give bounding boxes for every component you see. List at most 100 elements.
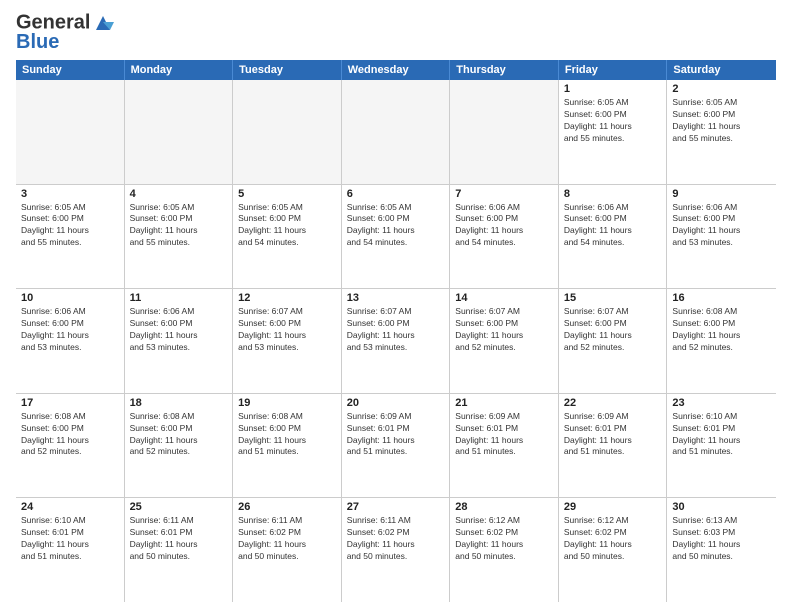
header-day-friday: Friday xyxy=(559,60,668,80)
header-day-saturday: Saturday xyxy=(667,60,776,80)
cal-cell: 11 Sunrise: 6:06 AM Sunset: 6:00 PM Dayli… xyxy=(125,289,234,393)
day-number: 8 xyxy=(564,188,662,200)
cal-cell: 25 Sunrise: 6:11 AM Sunset: 6:01 PM Dayli… xyxy=(125,498,234,602)
day-number: 21 xyxy=(455,397,553,409)
cell-detail: Sunrise: 6:08 AM Sunset: 6:00 PM Dayligh… xyxy=(130,411,228,459)
cal-cell xyxy=(233,80,342,184)
cell-detail: Sunrise: 6:06 AM Sunset: 6:00 PM Dayligh… xyxy=(21,306,119,354)
day-number: 10 xyxy=(21,292,119,304)
cell-detail: Sunrise: 6:09 AM Sunset: 6:01 PM Dayligh… xyxy=(347,411,445,459)
day-number: 6 xyxy=(347,188,445,200)
calendar: SundayMondayTuesdayWednesdayThursdayFrid… xyxy=(16,60,776,602)
logo: General Blue xyxy=(16,12,114,52)
day-number: 23 xyxy=(672,397,771,409)
header-day-sunday: Sunday xyxy=(16,60,125,80)
cal-cell: 26 Sunrise: 6:11 AM Sunset: 6:02 PM Dayli… xyxy=(233,498,342,602)
week-row-1: 3 Sunrise: 6:05 AM Sunset: 6:00 PM Daylig… xyxy=(16,185,776,290)
header-day-wednesday: Wednesday xyxy=(342,60,451,80)
cell-detail: Sunrise: 6:10 AM Sunset: 6:01 PM Dayligh… xyxy=(21,515,119,563)
cal-cell: 6Sunrise: 6:05 AM Sunset: 6:00 PM Daylig… xyxy=(342,185,451,289)
header-day-tuesday: Tuesday xyxy=(233,60,342,80)
week-row-4: 24 Sunrise: 6:10 AM Sunset: 6:01 PM Dayli… xyxy=(16,498,776,602)
cell-detail: Sunrise: 6:11 AM Sunset: 6:02 PM Dayligh… xyxy=(347,515,445,563)
cal-cell xyxy=(125,80,234,184)
cal-cell: 17 Sunrise: 6:08 AM Sunset: 6:00 PM Dayli… xyxy=(16,394,125,498)
cal-cell: 28 Sunrise: 6:12 AM Sunset: 6:02 PM Dayli… xyxy=(450,498,559,602)
day-number: 9 xyxy=(672,188,771,200)
cell-detail: Sunrise: 6:07 AM Sunset: 6:00 PM Dayligh… xyxy=(564,306,662,354)
cal-cell: 12Sunrise: 6:07 AM Sunset: 6:00 PM Dayli… xyxy=(233,289,342,393)
cell-detail: Sunrise: 6:11 AM Sunset: 6:01 PM Dayligh… xyxy=(130,515,228,563)
day-number: 28 xyxy=(455,501,553,513)
cal-cell: 18 Sunrise: 6:08 AM Sunset: 6:00 PM Dayli… xyxy=(125,394,234,498)
cell-detail: Sunrise: 6:06 AM Sunset: 6:00 PM Dayligh… xyxy=(672,202,771,250)
cal-cell: 7 Sunrise: 6:06 AM Sunset: 6:00 PM Daylig… xyxy=(450,185,559,289)
cal-cell xyxy=(16,80,125,184)
day-number: 16 xyxy=(672,292,771,304)
cell-detail: Sunrise: 6:06 AM Sunset: 6:00 PM Dayligh… xyxy=(564,202,662,250)
logo-blue: Blue xyxy=(16,32,114,52)
cell-detail: Sunrise: 6:12 AM Sunset: 6:02 PM Dayligh… xyxy=(455,515,553,563)
cell-detail: Sunrise: 6:06 AM Sunset: 6:00 PM Dayligh… xyxy=(130,306,228,354)
cell-detail: Sunrise: 6:08 AM Sunset: 6:00 PM Dayligh… xyxy=(672,306,771,354)
day-number: 15 xyxy=(564,292,662,304)
week-row-3: 17 Sunrise: 6:08 AM Sunset: 6:00 PM Dayli… xyxy=(16,394,776,499)
cell-detail: Sunrise: 6:08 AM Sunset: 6:00 PM Dayligh… xyxy=(238,411,336,459)
day-number: 25 xyxy=(130,501,228,513)
day-number: 4 xyxy=(130,188,228,200)
day-number: 24 xyxy=(21,501,119,513)
cell-detail: Sunrise: 6:05 AM Sunset: 6:00 PM Dayligh… xyxy=(130,202,228,250)
cal-cell: 5 Sunrise: 6:05 AM Sunset: 6:00 PM Daylig… xyxy=(233,185,342,289)
logo-icon xyxy=(92,12,114,34)
day-number: 3 xyxy=(21,188,119,200)
cal-cell: 4 Sunrise: 6:05 AM Sunset: 6:00 PM Daylig… xyxy=(125,185,234,289)
day-number: 27 xyxy=(347,501,445,513)
cell-detail: Sunrise: 6:09 AM Sunset: 6:01 PM Dayligh… xyxy=(455,411,553,459)
day-number: 30 xyxy=(672,501,771,513)
day-number: 12 xyxy=(238,292,336,304)
cal-cell: 9 Sunrise: 6:06 AM Sunset: 6:00 PM Daylig… xyxy=(667,185,776,289)
page: General Blue SundayMondayTuesdayWednesda… xyxy=(0,0,792,612)
cal-cell: 14 Sunrise: 6:07 AM Sunset: 6:00 PM Dayli… xyxy=(450,289,559,393)
cal-cell: 30 Sunrise: 6:13 AM Sunset: 6:03 PM Dayli… xyxy=(667,498,776,602)
day-number: 18 xyxy=(130,397,228,409)
cell-detail: Sunrise: 6:07 AM Sunset: 6:00 PM Dayligh… xyxy=(455,306,553,354)
cal-cell: 13Sunrise: 6:07 AM Sunset: 6:00 PM Dayli… xyxy=(342,289,451,393)
day-number: 20 xyxy=(347,397,445,409)
day-number: 13 xyxy=(347,292,445,304)
cal-cell: 24 Sunrise: 6:10 AM Sunset: 6:01 PM Dayli… xyxy=(16,498,125,602)
day-number: 2 xyxy=(672,83,771,95)
cal-cell: 10 Sunrise: 6:06 AM Sunset: 6:00 PM Dayli… xyxy=(16,289,125,393)
cal-cell: 3 Sunrise: 6:05 AM Sunset: 6:00 PM Daylig… xyxy=(16,185,125,289)
cal-cell: 19 Sunrise: 6:08 AM Sunset: 6:00 PM Dayli… xyxy=(233,394,342,498)
cal-cell: 21 Sunrise: 6:09 AM Sunset: 6:01 PM Dayli… xyxy=(450,394,559,498)
cal-cell xyxy=(342,80,451,184)
cell-detail: Sunrise: 6:05 AM Sunset: 6:00 PM Dayligh… xyxy=(21,202,119,250)
calendar-header: SundayMondayTuesdayWednesdayThursdayFrid… xyxy=(16,60,776,80)
day-number: 17 xyxy=(21,397,119,409)
cal-cell: 1Sunrise: 6:05 AM Sunset: 6:00 PM Daylig… xyxy=(559,80,668,184)
cell-detail: Sunrise: 6:05 AM Sunset: 6:00 PM Dayligh… xyxy=(238,202,336,250)
week-row-2: 10 Sunrise: 6:06 AM Sunset: 6:00 PM Dayli… xyxy=(16,289,776,394)
cell-detail: Sunrise: 6:08 AM Sunset: 6:00 PM Dayligh… xyxy=(21,411,119,459)
cell-detail: Sunrise: 6:10 AM Sunset: 6:01 PM Dayligh… xyxy=(672,411,771,459)
cell-detail: Sunrise: 6:05 AM Sunset: 6:00 PM Dayligh… xyxy=(564,97,662,145)
day-number: 5 xyxy=(238,188,336,200)
header-day-monday: Monday xyxy=(125,60,234,80)
day-number: 26 xyxy=(238,501,336,513)
cal-cell: 20 Sunrise: 6:09 AM Sunset: 6:01 PM Dayli… xyxy=(342,394,451,498)
day-number: 14 xyxy=(455,292,553,304)
cal-cell: 29Sunrise: 6:12 AM Sunset: 6:02 PM Dayli… xyxy=(559,498,668,602)
cal-cell: 2 Sunrise: 6:05 AM Sunset: 6:00 PM Daylig… xyxy=(667,80,776,184)
cell-detail: Sunrise: 6:06 AM Sunset: 6:00 PM Dayligh… xyxy=(455,202,553,250)
cell-detail: Sunrise: 6:11 AM Sunset: 6:02 PM Dayligh… xyxy=(238,515,336,563)
cal-cell: 27 Sunrise: 6:11 AM Sunset: 6:02 PM Dayli… xyxy=(342,498,451,602)
cell-detail: Sunrise: 6:13 AM Sunset: 6:03 PM Dayligh… xyxy=(672,515,771,563)
header: General Blue xyxy=(16,12,776,52)
week-row-0: 1Sunrise: 6:05 AM Sunset: 6:00 PM Daylig… xyxy=(16,80,776,185)
cell-detail: Sunrise: 6:05 AM Sunset: 6:00 PM Dayligh… xyxy=(672,97,771,145)
day-number: 11 xyxy=(130,292,228,304)
day-number: 7 xyxy=(455,188,553,200)
day-number: 19 xyxy=(238,397,336,409)
cal-cell: 8 Sunrise: 6:06 AM Sunset: 6:00 PM Daylig… xyxy=(559,185,668,289)
